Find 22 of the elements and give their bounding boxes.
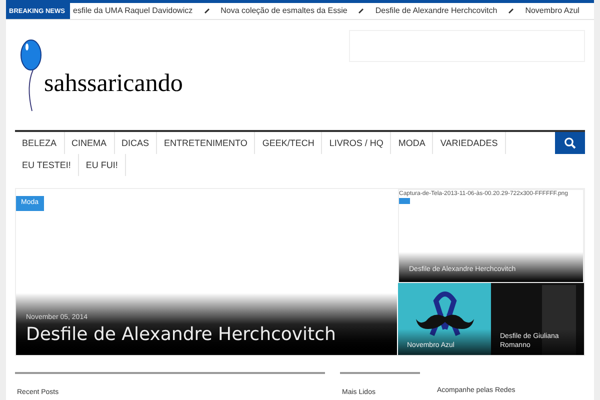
nav-menu-item[interactable]: EU FUI! xyxy=(78,154,126,176)
nav-menu-item[interactable]: MODA xyxy=(391,132,434,154)
nav-menu-item[interactable]: CINEMA xyxy=(64,132,115,154)
featured-post-title[interactable]: Desfile de Alexandre Herchcovitch xyxy=(26,323,387,347)
nav-menu-item[interactable]: GEEK/TECH xyxy=(255,132,322,154)
news-ticker-link[interactable]: Novembro Azul xyxy=(525,5,580,17)
nav-menu-item[interactable]: ENTRETENIMENTO xyxy=(157,132,256,154)
site-logo-text[interactable]: sahssaricando xyxy=(44,64,183,102)
pencil-icon xyxy=(204,8,210,14)
pencil-icon xyxy=(358,8,364,14)
nav-menu-item[interactable]: DICAS xyxy=(114,132,158,154)
news-ticker-link[interactable]: esfile da UMA Raquel Davidowicz xyxy=(73,5,193,17)
ribbon-mustache-drawing xyxy=(414,289,476,339)
nav-menu-item[interactable]: VARIEDADES xyxy=(433,132,506,154)
search-icon xyxy=(564,137,576,149)
nav-menu-item[interactable]: BELEZA xyxy=(15,132,65,154)
news-ticker-link[interactable]: Nova coleção de esmaltes da Essie xyxy=(220,5,348,17)
pencil-icon xyxy=(508,8,514,14)
search-button[interactable] xyxy=(555,132,585,154)
nav-menu-item[interactable]: LIVROS / HQ xyxy=(322,132,392,154)
nav-menu-item[interactable]: EU TESTEI! xyxy=(15,154,79,176)
news-ticker-link[interactable]: Desfile de Alexandre Herchcovitch xyxy=(375,5,498,17)
